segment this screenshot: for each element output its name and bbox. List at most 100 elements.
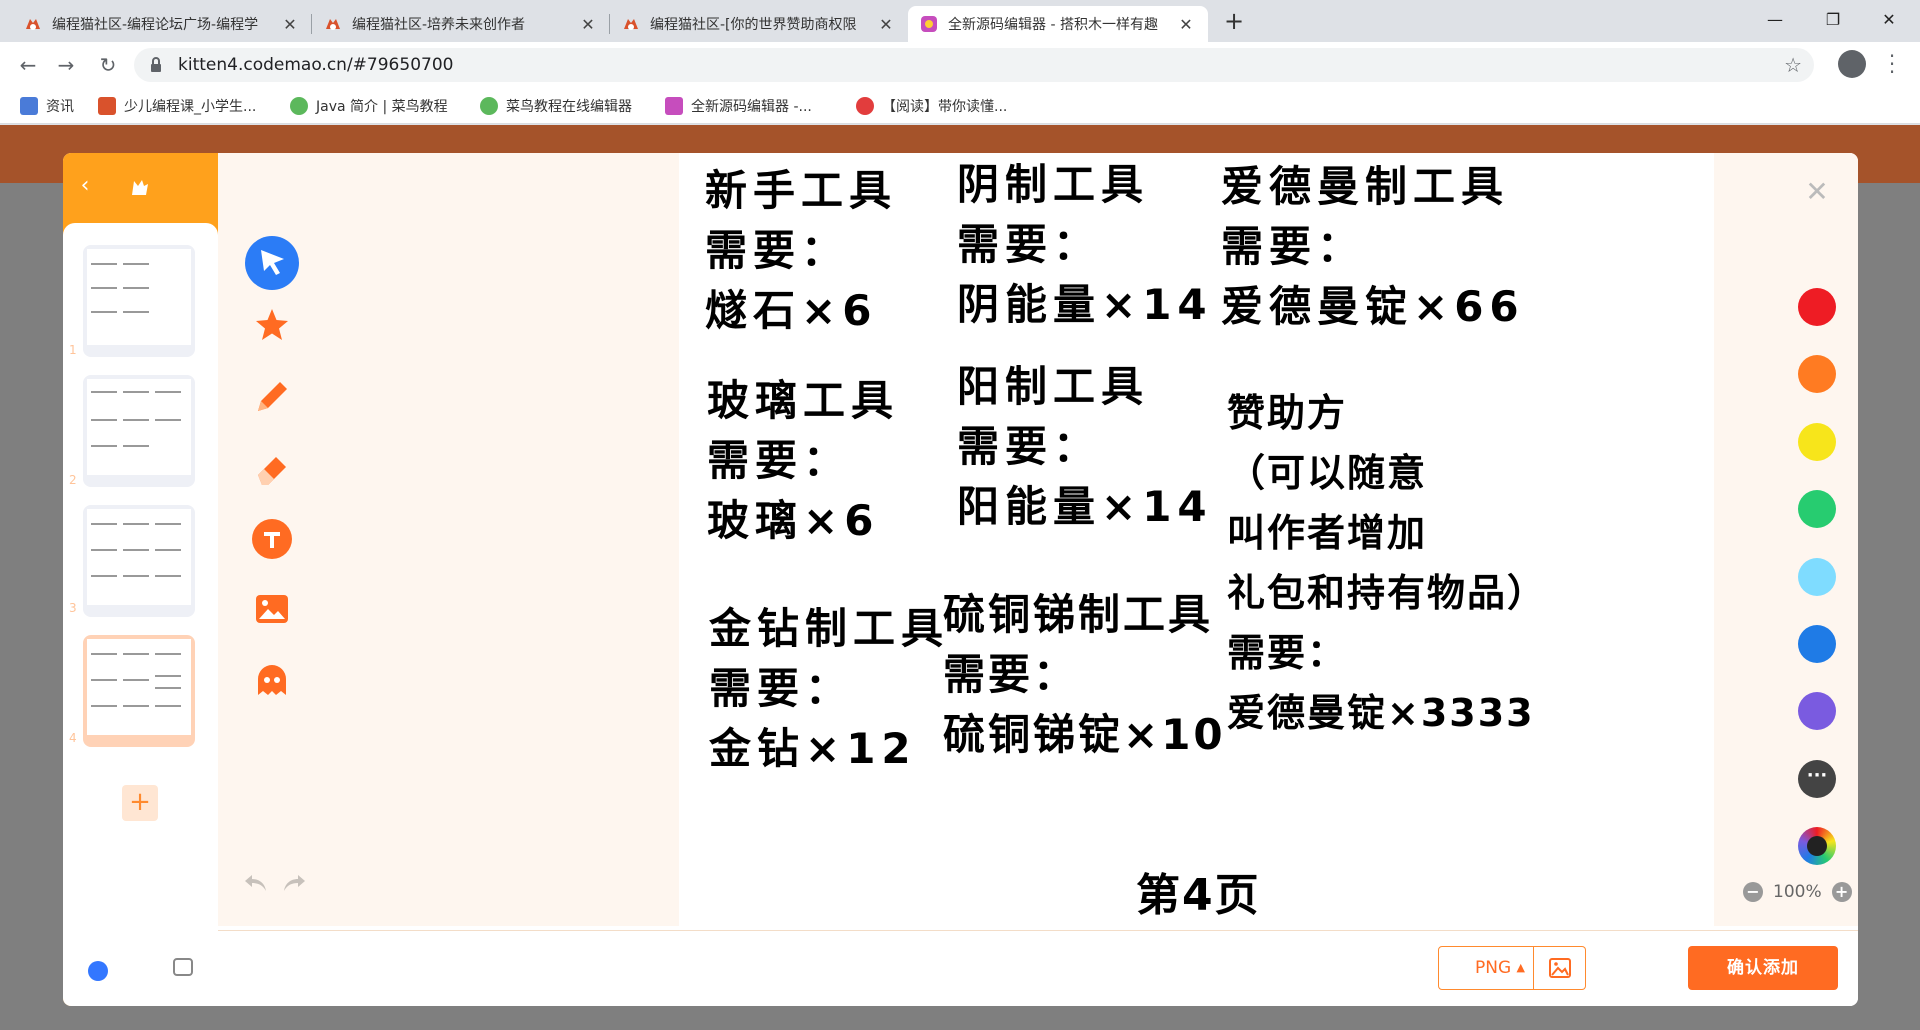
text-line: 金钻制工具 xyxy=(709,604,950,653)
thumbnail-line xyxy=(91,419,117,421)
pen-tool[interactable] xyxy=(244,369,300,425)
text-line: 玻璃工具 xyxy=(707,376,900,425)
tab-1[interactable]: 编程猫社区-编程论坛广场-编程学 ✕ xyxy=(12,6,312,42)
tab-close-icon[interactable]: ✕ xyxy=(578,15,598,34)
redo-icon[interactable] xyxy=(280,871,308,895)
bookmark-item[interactable]: 菜鸟教程在线编辑器 xyxy=(480,96,632,116)
confirm-add-button[interactable]: 确认添加 xyxy=(1688,946,1838,990)
text-line: 需要： xyxy=(957,422,1102,471)
bookmark-item[interactable]: 【阅读】带你读懂... xyxy=(856,96,1007,116)
page-thumbnail-4-active[interactable] xyxy=(83,635,195,747)
select-tool[interactable] xyxy=(244,235,300,291)
new-tab-button[interactable]: + xyxy=(1222,8,1246,36)
image-export-icon xyxy=(1549,958,1571,978)
thumbnail-line xyxy=(155,575,181,577)
thumbnail-line xyxy=(123,445,149,447)
bookmark-item[interactable]: 资讯 xyxy=(20,96,74,116)
more-menu-icon[interactable]: · · · xyxy=(1886,46,1898,82)
thumbnail-line xyxy=(155,705,181,707)
tab-close-icon[interactable]: ✕ xyxy=(876,15,896,34)
export-format-select[interactable]: PNG ▲ xyxy=(1438,946,1534,990)
color-swatch-blue[interactable] xyxy=(1798,625,1836,663)
color-swatch-purple[interactable] xyxy=(1798,692,1836,730)
color-swatch-yellow[interactable] xyxy=(1798,423,1836,461)
text-line: 需要： xyxy=(709,664,854,713)
bookmark-item[interactable]: 少儿编程课_小学生... xyxy=(98,96,256,116)
image-tool[interactable] xyxy=(244,581,300,637)
star-icon xyxy=(256,309,288,340)
more-colors-button[interactable]: ··· xyxy=(1798,760,1836,798)
zoom-in-button[interactable]: + xyxy=(1831,882,1852,902)
address-bar[interactable]: kitten4.codemao.cn/#79650700 ☆ xyxy=(134,48,1814,82)
thumbnail-line xyxy=(123,391,149,393)
ghost-icon xyxy=(258,665,286,695)
color-swatch-orange[interactable] xyxy=(1798,355,1836,393)
add-page-button[interactable]: + xyxy=(122,785,158,821)
color-swatch-light-blue[interactable] xyxy=(1798,558,1836,596)
close-icon[interactable]: ✕ xyxy=(1803,175,1831,208)
thumbnail-line xyxy=(91,391,117,393)
minimize-button[interactable]: — xyxy=(1752,4,1798,36)
tab-close-icon[interactable]: ✕ xyxy=(280,15,300,34)
thumbnail-preview xyxy=(87,509,191,605)
format-value: PNG xyxy=(1475,958,1512,978)
bottom-action-bar xyxy=(218,930,1858,1006)
tab-close-icon[interactable]: ✕ xyxy=(1176,15,1196,34)
back-chevron-icon[interactable]: ‹ xyxy=(75,173,95,198)
thumbnail-line xyxy=(91,575,117,577)
thumbnail-preview xyxy=(87,639,191,735)
page-thumbnail-3[interactable] xyxy=(83,505,195,617)
character-tool[interactable] xyxy=(244,653,300,709)
bookmark-star-icon[interactable]: ☆ xyxy=(1784,53,1802,77)
thumbnail-line xyxy=(91,311,117,313)
thumbnail-line xyxy=(123,287,149,289)
tab-label: 编程猫社区-培养未来创作者 xyxy=(352,17,526,33)
undo-icon[interactable] xyxy=(242,871,270,895)
tab-3[interactable]: 编程猫社区-[你的世界赞助商权限 ✕ xyxy=(610,6,908,42)
text-line: 阳能量×14 xyxy=(957,482,1213,531)
text-line: 爱德曼制工具 xyxy=(1221,162,1510,211)
profile-avatar-icon[interactable] xyxy=(1838,50,1866,78)
color-swatch-green[interactable] xyxy=(1798,490,1836,528)
kitten-editor-favicon-icon xyxy=(921,16,937,32)
page-thumbnail-2[interactable] xyxy=(83,375,195,487)
export-image-button[interactable] xyxy=(1534,946,1586,990)
text-tool[interactable] xyxy=(244,511,300,567)
tab-4-active[interactable]: 全新源码编辑器 - 搭积木一样有趣 ✕ xyxy=(908,6,1208,42)
color-swatch-red[interactable] xyxy=(1798,288,1836,326)
eraser-tool[interactable] xyxy=(244,441,300,497)
drawing-canvas[interactable]: 新手工具 需要： 燧石×6 阴制工具 需要： 阴能量×14 爱德曼制工具 需要：… xyxy=(679,153,1714,930)
runoob-icon xyxy=(480,97,498,115)
zoom-out-button[interactable]: − xyxy=(1743,882,1763,902)
preview-screen-icon[interactable] xyxy=(173,958,193,976)
bookmark-label: 【阅读】带你读懂... xyxy=(882,99,1008,115)
thumbnail-line xyxy=(123,263,149,265)
thumbnail-line xyxy=(91,445,117,447)
close-window-button[interactable]: ✕ xyxy=(1866,4,1912,36)
page-thumbnail-1[interactable] xyxy=(83,245,195,357)
thumbnail-line xyxy=(123,679,149,681)
restore-button[interactable]: ❐ xyxy=(1810,4,1856,36)
bookmark-item[interactable]: 全新源码编辑器 -... xyxy=(665,96,812,116)
text-line: 玻璃×6 xyxy=(707,496,880,545)
text-line: 阳制工具 xyxy=(957,362,1150,411)
thumbnail-line xyxy=(91,549,117,551)
text-line: 新手工具 xyxy=(705,166,898,215)
bookmark-item[interactable]: Java 简介 | 菜鸟教程 xyxy=(290,96,448,116)
star-tool[interactable] xyxy=(244,297,300,353)
thumbnail-line xyxy=(123,575,149,577)
forward-arrow-icon[interactable]: → xyxy=(52,51,80,79)
thumbnail-line xyxy=(91,653,117,655)
text-line: 需要： xyxy=(707,436,852,485)
text-line: 需要： xyxy=(1221,222,1366,271)
url-text: kitten4.codemao.cn/#79650700 xyxy=(178,55,454,75)
thumbnail-line xyxy=(123,705,149,707)
thumbnail-line xyxy=(91,679,117,681)
thumbnail-line xyxy=(123,419,149,421)
play-icon[interactable] xyxy=(88,961,108,981)
reload-icon[interactable]: ↻ xyxy=(94,51,122,79)
text-block-tetrahedrite-tool: 硫铜锑制工具 需要： 硫铜锑锭×10 xyxy=(943,585,1226,765)
color-wheel-icon[interactable] xyxy=(1798,827,1836,865)
tab-2[interactable]: 编程猫社区-培养未来创作者 ✕ xyxy=(312,6,610,42)
back-arrow-icon[interactable]: ← xyxy=(14,51,42,79)
